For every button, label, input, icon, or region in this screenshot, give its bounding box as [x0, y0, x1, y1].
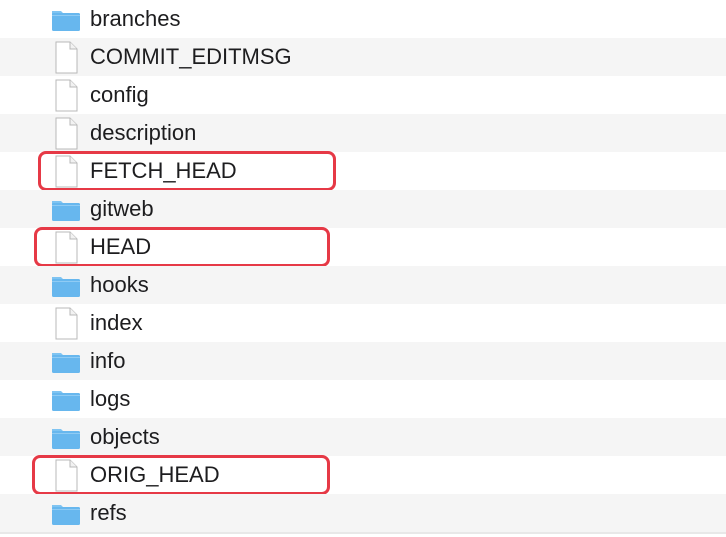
document-icon [50, 152, 82, 190]
file-name: index [90, 310, 143, 335]
file-name: info [90, 348, 126, 373]
list-item[interactable]: index [0, 304, 726, 342]
document-icon [50, 114, 82, 152]
file-name: COMMIT_EDITMSG [90, 44, 292, 69]
list-item[interactable]: HEAD [0, 228, 726, 266]
file-name: branches [90, 6, 181, 31]
folder-icon [50, 380, 82, 418]
list-item[interactable]: ORIG_HEAD [0, 456, 726, 494]
document-icon [50, 228, 82, 266]
list-item[interactable]: refs [0, 494, 726, 532]
file-name: HEAD [90, 234, 152, 259]
file-name: config [90, 82, 149, 107]
file-name: gitweb [90, 196, 154, 221]
list-item[interactable]: gitweb [0, 190, 726, 228]
list-item[interactable]: logs [0, 380, 726, 418]
folder-icon [50, 0, 82, 38]
document-icon [50, 38, 82, 76]
list-item[interactable]: hooks [0, 266, 726, 304]
document-icon [50, 304, 82, 342]
list-item[interactable]: objects [0, 418, 726, 456]
list-item[interactable]: COMMIT_EDITMSG [0, 38, 726, 76]
list-item[interactable]: FETCH_HEAD [0, 152, 726, 190]
list-item[interactable]: description [0, 114, 726, 152]
document-icon [50, 456, 82, 494]
file-list: branches COMMIT_EDITMSGconfig description F… [0, 0, 726, 534]
folder-icon [50, 494, 82, 532]
file-name: description [90, 120, 197, 145]
list-item[interactable]: info [0, 342, 726, 380]
file-name: hooks [90, 272, 149, 297]
folder-icon [50, 266, 82, 304]
folder-icon [50, 190, 82, 228]
file-name: FETCH_HEAD [90, 158, 237, 183]
file-name: logs [90, 386, 131, 411]
folder-icon [50, 418, 82, 456]
list-item[interactable]: branches [0, 0, 726, 38]
file-name: ORIG_HEAD [90, 462, 220, 487]
file-name: objects [90, 424, 160, 449]
file-name: refs [90, 500, 127, 525]
list-item[interactable]: config [0, 76, 726, 114]
document-icon [50, 76, 82, 114]
folder-icon [50, 342, 82, 380]
